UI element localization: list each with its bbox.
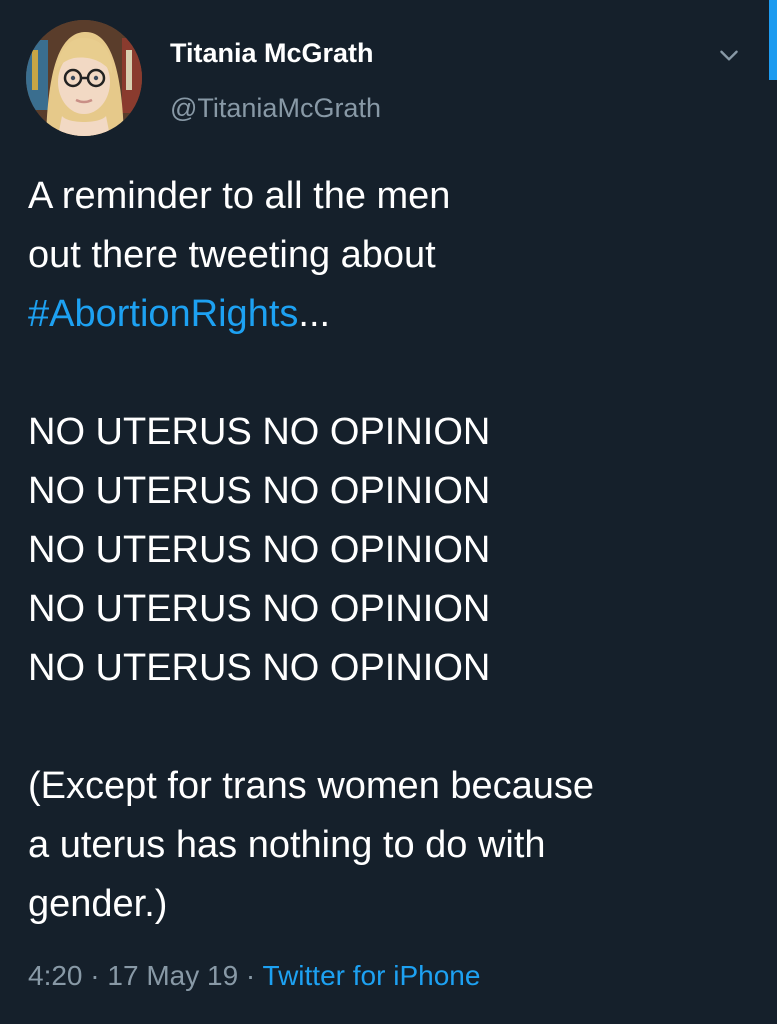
repeated-line: NO UTERUS NO OPINION [28, 588, 491, 630]
tweet-line: A reminder to all the men [28, 175, 451, 217]
hashtag-suffix: ... [298, 293, 331, 335]
meta-separator: · [90, 960, 100, 991]
closing-line: (Except for trans women because [28, 765, 595, 807]
tweet-card: Titania McGrath @TitaniaMcGrath A remind… [0, 0, 777, 1024]
closing-line: gender.) [28, 883, 168, 925]
tweet-line: #AbortionRights... [28, 285, 758, 344]
author-display-name[interactable]: Titania McGrath [170, 38, 374, 69]
tweet-date[interactable]: 17 May 19 [107, 960, 238, 991]
scroll-indicator[interactable] [769, 0, 777, 80]
repeated-line: NO UTERUS NO OPINION [28, 529, 491, 571]
repeated-line: NO UTERUS NO OPINION [28, 411, 491, 453]
repeated-line: NO UTERUS NO OPINION [28, 470, 491, 512]
avatar[interactable] [26, 20, 142, 136]
chevron-down-icon [720, 50, 738, 61]
avatar-image [26, 20, 142, 136]
author-handle[interactable]: @TitaniaMcGrath [170, 93, 381, 124]
tweet-menu-button[interactable] [714, 40, 744, 70]
repeated-line: NO UTERUS NO OPINION [28, 647, 491, 689]
closing-line: a uterus has nothing to do with [28, 824, 546, 866]
tweet-meta: 4:20 · 17 May 19 · Twitter for iPhone [28, 960, 480, 992]
tweet-source-link[interactable]: Twitter for iPhone [263, 960, 481, 991]
tweet-text: A reminder to all the men out there twee… [28, 167, 758, 934]
meta-separator: · [245, 960, 256, 991]
tweet-time[interactable]: 4:20 [28, 960, 83, 991]
hashtag-link[interactable]: #AbortionRights [28, 293, 298, 335]
tweet-header: Titania McGrath @TitaniaMcGrath [26, 20, 766, 140]
tweet-line: out there tweeting about [28, 234, 436, 276]
